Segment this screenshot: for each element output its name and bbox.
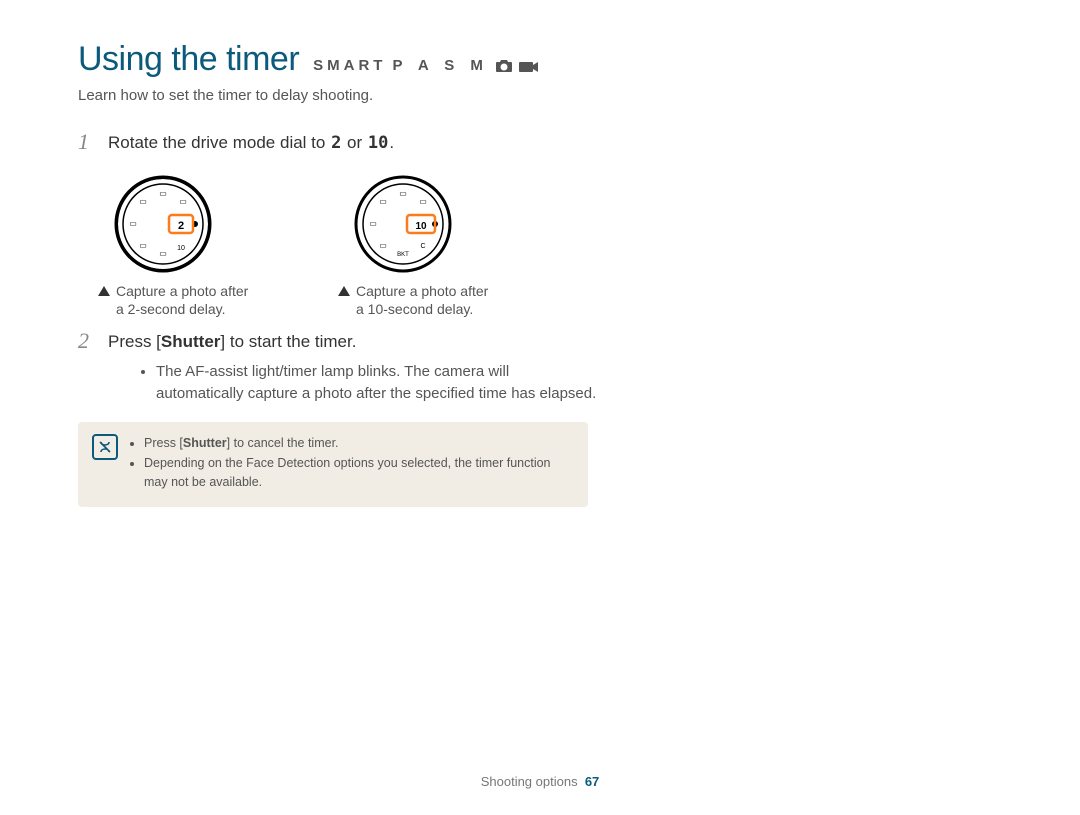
camera-icon	[495, 59, 513, 73]
svg-text:BKT: BKT	[397, 252, 409, 258]
dial-2sec: ▭ ▭ ▭ ▭ ▭ ▭ 10	[98, 174, 278, 320]
page-subtitle: Learn how to set the timer to delay shoo…	[78, 87, 1002, 104]
svg-text:▭: ▭	[369, 219, 377, 228]
step-number: 2	[78, 329, 96, 355]
content-column: 1 Rotate the drive mode dial to 2 or 10.	[78, 130, 598, 507]
svg-text:▭: ▭	[139, 197, 147, 206]
svg-text:▭: ▭	[139, 241, 147, 250]
step-text: Press [Shutter] to start the timer.	[108, 329, 356, 355]
step-text: Rotate the drive mode dial to 2 or 10.	[108, 130, 394, 158]
svg-text:▭: ▭	[419, 197, 427, 206]
svg-text:10: 10	[415, 221, 427, 232]
dial-caption-2s: Capture a photo after a 2-second delay.	[98, 282, 278, 320]
svg-text:C: C	[420, 243, 425, 250]
page-title: Using the timer	[78, 40, 299, 79]
note-item: Press [Shutter] to cancel the timer.	[144, 434, 572, 452]
note-list: Press [Shutter] to cancel the timer. Dep…	[130, 434, 572, 492]
up-triangle-icon	[98, 286, 110, 296]
movie-icon	[519, 59, 539, 73]
dial-caption-10s: Capture a photo after a 10-second delay.	[338, 282, 518, 320]
svg-text:▭: ▭	[179, 197, 187, 206]
dial-image: ▭ ▭ ▭ ▭ ▭ BKT C 10	[338, 174, 468, 274]
note-box: Press [Shutter] to cancel the timer. Dep…	[78, 422, 588, 506]
manual-page: Using the timer SMART P A S M Learn how …	[0, 0, 1080, 815]
timer-10-glyph: 10	[367, 130, 389, 158]
svg-text:10: 10	[177, 245, 185, 252]
svg-text:2: 2	[178, 220, 184, 232]
step-2-details: The AF-assist light/timer lamp blinks. T…	[116, 361, 598, 405]
timer-2-glyph: 2	[330, 130, 342, 158]
note-item: Depending on the Face Detection options …	[144, 454, 572, 490]
step-2: 2 Press [Shutter] to start the timer.	[78, 329, 598, 355]
page-footer: Shooting options 67	[0, 774, 1080, 789]
svg-text:▭: ▭	[159, 249, 167, 258]
mode-smart: SMART	[313, 57, 386, 74]
svg-text:▭: ▭	[159, 189, 167, 198]
svg-text:▭: ▭	[399, 189, 407, 198]
mode-pasm: P A S M	[392, 57, 488, 74]
svg-text:▭: ▭	[129, 219, 137, 228]
svg-text:▭: ▭	[379, 241, 387, 250]
mode-badges: SMART P A S M	[313, 57, 539, 74]
footer-page-number: 67	[585, 774, 599, 789]
up-triangle-icon	[338, 286, 350, 296]
note-icon	[92, 434, 118, 460]
detail-item: The AF-assist light/timer lamp blinks. T…	[156, 361, 598, 405]
drive-mode-dials: ▭ ▭ ▭ ▭ ▭ ▭ 10	[98, 174, 598, 320]
svg-text:▭: ▭	[379, 197, 387, 206]
title-row: Using the timer SMART P A S M	[78, 40, 1002, 79]
step-1: 1 Rotate the drive mode dial to 2 or 10.	[78, 130, 598, 158]
step-number: 1	[78, 130, 96, 158]
footer-section: Shooting options	[481, 774, 578, 789]
dial-image: ▭ ▭ ▭ ▭ ▭ ▭ 10	[98, 174, 228, 274]
dial-10sec: ▭ ▭ ▭ ▭ ▭ BKT C 10	[338, 174, 518, 320]
